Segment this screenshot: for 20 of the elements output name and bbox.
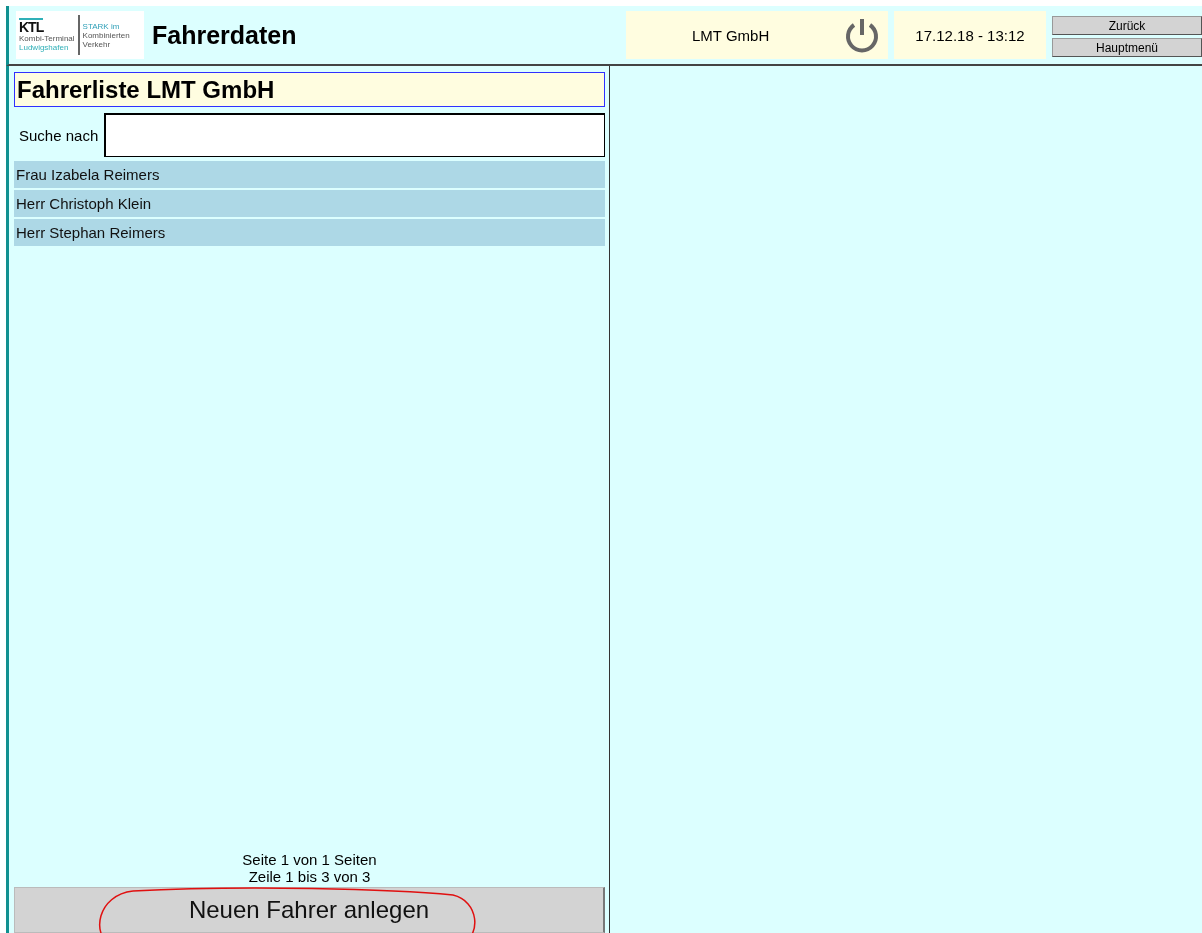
datetime: 17.12.18 - 13:12 [915, 26, 1025, 44]
new-driver-button[interactable]: Neuen Fahrer anlegen [14, 887, 605, 933]
logo-slogan: STARK im [82, 21, 121, 31]
page-title: Fahrerdaten [152, 20, 297, 50]
paging-info: Zeile 1 bis 3 von 3 [248, 868, 371, 885]
logo-slogan: Kombinierten [82, 30, 130, 40]
list-title: Fahrerliste LMT GmbH [14, 72, 605, 107]
paging-info: Seite 1 von 1 Seiten [242, 851, 377, 868]
logo-text: Ludwigshafen [19, 43, 69, 52]
search-label: Suche nach [18, 126, 99, 144]
logo-slogan: Verkehr [82, 39, 112, 49]
logo-mark: KTL [19, 18, 44, 34]
driver-row[interactable]: Frau Izabela Reimers [14, 161, 605, 188]
driver-row[interactable]: Herr Stephan Reimers [14, 219, 605, 246]
driver-row[interactable]: Herr Christoph Klein [14, 190, 605, 217]
nav-button[interactable]: Zurück [1052, 16, 1202, 35]
company-name: LMT GmbH [692, 26, 770, 44]
search-field[interactable] [104, 113, 605, 157]
logo-text: Kombi-Terminal [19, 34, 75, 43]
nav-button[interactable]: Hauptmenü [1052, 38, 1202, 57]
